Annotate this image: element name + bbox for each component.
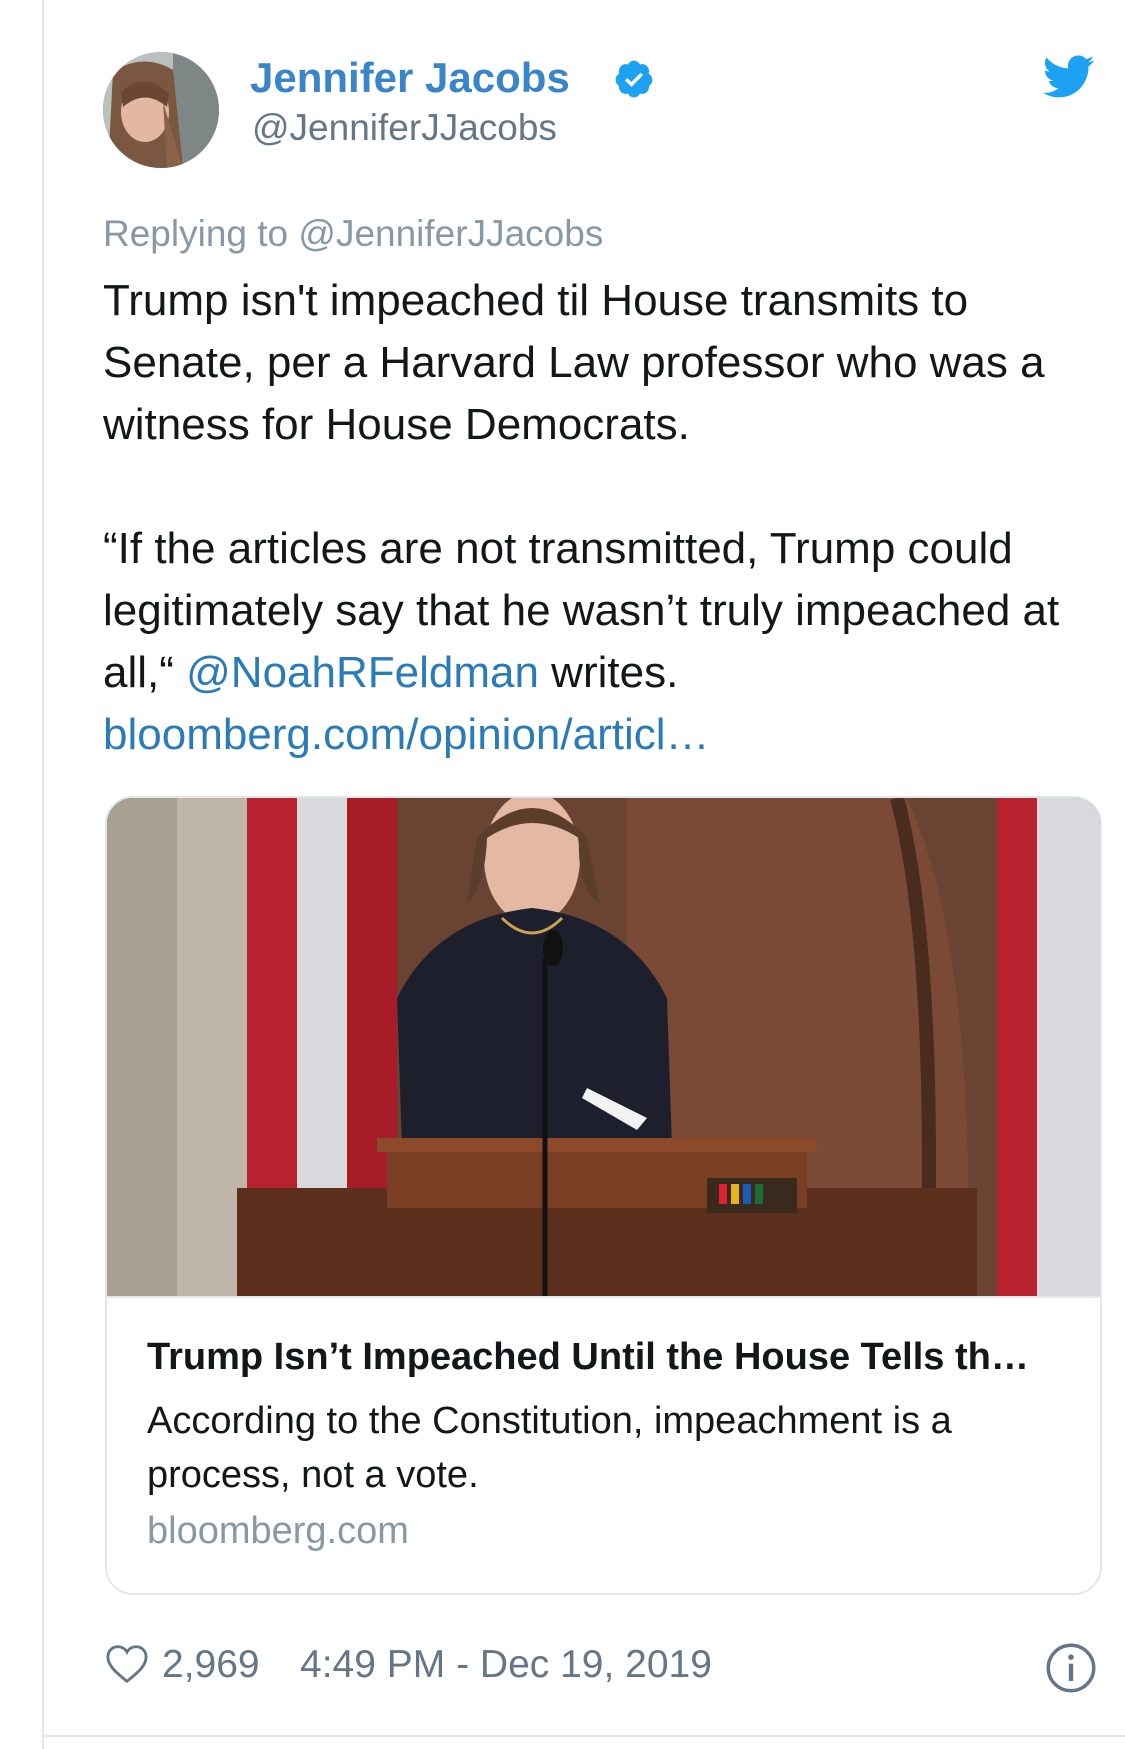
avatar[interactable] — [103, 52, 219, 168]
card-description: According to the Constitution, impeachme… — [147, 1400, 952, 1496]
card-title[interactable]: Trump Isn’t Impeached Until the House Te… — [147, 1336, 1077, 1379]
link-card[interactable]: Trump Isn’t Impeached Until the House Te… — [105, 796, 1102, 1595]
verified-badge-icon — [615, 60, 653, 98]
card-domain: bloomberg.com — [147, 1510, 409, 1552]
article-link[interactable]: bloomberg.com/opinion/articl… — [103, 710, 710, 759]
author-handle[interactable]: @JenniferJJacobs — [252, 107, 557, 149]
like-count[interactable]: 2,969 — [162, 1643, 260, 1687]
article-link-wrap: bloomberg.com/opinion/articl… — [103, 704, 1103, 766]
display-name[interactable]: Jennifer Jacobs — [250, 54, 570, 102]
mention-link[interactable]: @NoahRFeldman — [186, 648, 539, 697]
quote-end: writes. — [538, 648, 679, 697]
replying-to-mention[interactable]: @JenniferJJacobs — [298, 213, 603, 254]
heart-icon[interactable] — [105, 1644, 149, 1684]
card-image[interactable] — [107, 798, 1100, 1297]
bottom-border — [44, 1735, 1125, 1737]
replying-to-label: Replying to — [103, 213, 289, 254]
twitter-bird-icon[interactable] — [1043, 55, 1095, 99]
tweet-paragraph-2: “If the articles are not transmitted, Tr… — [103, 518, 1103, 704]
timestamp[interactable]: 4:49 PM - Dec 19, 2019 — [300, 1643, 712, 1687]
tweet-text: Trump isn't impeached til House transmit… — [103, 270, 1103, 766]
left-border — [42, 0, 44, 1749]
tweet-paragraph-1: Trump isn't impeached til House transmit… — [103, 276, 1045, 449]
info-icon[interactable] — [1045, 1642, 1097, 1694]
replying-to: Replying to @JenniferJJacobs — [103, 213, 603, 255]
card-body[interactable]: Trump Isn’t Impeached Until the House Te… — [107, 1296, 1100, 1593]
